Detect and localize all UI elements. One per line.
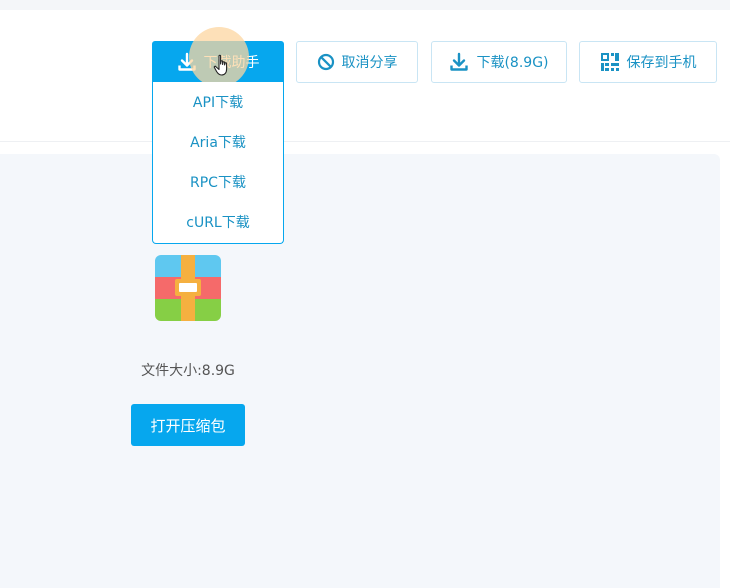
cancel-share-button[interactable]: 取消分享: [296, 41, 418, 83]
menu-item-aria-download[interactable]: Aria下载: [153, 122, 283, 162]
qr-code-icon: [600, 53, 619, 71]
menu-item-api-download[interactable]: API下载: [153, 82, 283, 122]
toolbar-divider: [0, 141, 730, 142]
archive-icon: [155, 255, 221, 321]
download-label: 下载(8.9G): [476, 55, 549, 71]
download-icon: [450, 52, 469, 71]
ban-icon: [317, 53, 334, 71]
menu-item-rpc-download[interactable]: RPC下载: [153, 162, 283, 202]
menu-item-curl-download[interactable]: cURL下载: [153, 202, 283, 242]
save-to-phone-label: 保存到手机: [626, 55, 697, 71]
save-to-phone-button[interactable]: 保存到手机: [579, 41, 717, 83]
download-button[interactable]: 下载(8.9G): [431, 41, 567, 83]
open-archive-button[interactable]: 打开压缩包: [131, 404, 245, 446]
cancel-share-label: 取消分享: [341, 55, 398, 71]
file-size-text: 文件大小:8.9G: [141, 363, 235, 379]
top-strip: [0, 0, 730, 10]
hand-cursor-icon: [213, 54, 228, 76]
download-helper-menu: API下载 Aria下载 RPC下载 cURL下载: [152, 82, 284, 244]
content-panel: [0, 154, 720, 588]
